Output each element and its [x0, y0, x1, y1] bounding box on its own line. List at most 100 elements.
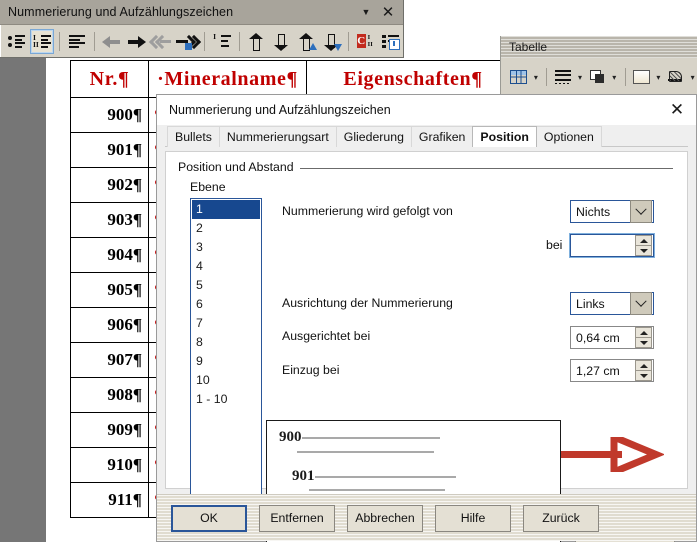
table-cell-nr: 910¶ — [71, 448, 149, 483]
numbering-followed-by-select[interactable]: Nichts — [570, 200, 654, 223]
insert-unnumbered-entry-icon[interactable]: I — [210, 29, 234, 54]
level-list-item[interactable]: 1 — [192, 200, 260, 219]
tab-position[interactable]: Position — [472, 126, 537, 147]
preview-row: 900 — [279, 429, 440, 446]
label-numbering-followed-by: Nummerierung wird gefolgt von — [282, 204, 453, 218]
level-list-item[interactable]: 9 — [192, 352, 260, 371]
table-grid-icon[interactable] — [509, 66, 528, 88]
ok-button-label: OK — [200, 511, 218, 525]
unordered-list-icon[interactable] — [5, 29, 29, 54]
dialog-body: Position und Abstand Ebene 1 2 3 4 5 6 7… — [165, 151, 688, 489]
table-cell-nr: 907¶ — [71, 343, 149, 378]
aligned-at-stepper[interactable] — [635, 327, 652, 348]
preview-number: 901 — [292, 468, 315, 485]
toolbar-separator — [204, 32, 205, 51]
dialog-footer: OK Entfernen Abbrechen Hilfe Zurück — [157, 494, 696, 541]
promote-with-subpoints-icon[interactable] — [150, 29, 174, 54]
level-list-item[interactable]: 3 — [192, 238, 260, 257]
table-grid-dropdown-caret-icon[interactable]: ▾ — [531, 73, 540, 82]
background-color-dropdown-caret-icon[interactable]: ▾ — [688, 73, 697, 82]
table-toolbar-title: Tabelle — [501, 36, 697, 58]
stepper-up-icon[interactable] — [635, 360, 652, 370]
restart-numbering-icon[interactable]: CIII — [354, 29, 378, 54]
stepper-down-icon[interactable] — [635, 370, 652, 381]
ordered-list-icon[interactable]: III — [30, 29, 54, 54]
reset-button[interactable]: Zurück — [523, 505, 599, 532]
level-list-item[interactable]: 7 — [192, 314, 260, 333]
toolbar-separator — [59, 32, 60, 51]
label-indent-at: Einzug bei — [282, 363, 339, 377]
tab-grafiken[interactable]: Grafiken — [411, 126, 473, 147]
border-style-icon[interactable] — [632, 66, 651, 88]
preview-row — [309, 489, 445, 491]
demote-with-subpoints-icon[interactable] — [175, 29, 199, 54]
move-up-icon[interactable] — [244, 29, 268, 54]
level-list-item[interactable]: 6 — [192, 295, 260, 314]
chevron-down-icon[interactable] — [630, 292, 652, 315]
help-button-label: Hilfe — [461, 511, 486, 525]
numbering-alignment-select[interactable]: Links — [570, 292, 654, 315]
level-list-label: Ebene — [190, 180, 226, 194]
level-list-item[interactable]: 8 — [192, 333, 260, 352]
move-up-with-subpoints-icon[interactable] — [294, 29, 318, 54]
preview-text-line — [309, 489, 445, 491]
no-list-icon[interactable] — [65, 29, 89, 54]
table-cell-nr: 901¶ — [71, 133, 149, 168]
indent-at-stepper[interactable] — [635, 360, 652, 381]
stepper-up-icon[interactable] — [635, 235, 652, 245]
chevron-down-icon[interactable] — [630, 200, 652, 223]
borders-icon[interactable] — [553, 66, 572, 88]
move-down-with-subpoints-icon[interactable] — [319, 29, 343, 54]
aligned-at-input[interactable]: 0,64 cm — [570, 326, 654, 349]
merge-cells-dropdown-caret-icon[interactable]: ▾ — [610, 73, 619, 82]
group-title-position-und-abstand: Position und Abstand — [178, 160, 300, 174]
promote-icon[interactable] — [100, 29, 124, 54]
level-list-item[interactable]: 5 — [192, 276, 260, 295]
level-list[interactable]: 1 2 3 4 5 6 7 8 9 10 1 - 10 — [190, 198, 262, 495]
table-cell-nr: 900¶ — [71, 98, 149, 133]
stepper-down-icon[interactable] — [635, 337, 652, 348]
cancel-button-label: Abbrechen — [355, 511, 414, 525]
numbering-alignment-value: Links — [571, 297, 630, 311]
dialog-title-bar[interactable]: Nummerierung und Aufzählungszeichen ✕ — [157, 95, 696, 125]
borders-dropdown-caret-icon[interactable]: ▾ — [576, 73, 585, 82]
ok-button[interactable]: OK — [171, 505, 247, 532]
toolbar-title-bar[interactable]: Nummerierung und Aufzählungszeichen ▼ ✕ — [0, 0, 403, 25]
tab-bullets[interactable]: Bullets — [167, 126, 220, 147]
cancel-button[interactable]: Abbrechen — [347, 505, 423, 532]
chevron-down-icon[interactable]: ▼ — [355, 2, 377, 22]
close-icon[interactable]: ✕ — [664, 97, 690, 123]
help-button[interactable]: Hilfe — [435, 505, 511, 532]
close-icon[interactable]: ✕ — [377, 2, 399, 22]
preview-text-line — [302, 437, 440, 439]
table-toolbar: Tabelle ▾ ▾ ▾ ▾ ▾ — [500, 36, 697, 98]
label-aligned-at: Ausgerichtet bei — [282, 329, 370, 343]
border-style-dropdown-caret-icon[interactable]: ▾ — [654, 73, 663, 82]
level-list-item[interactable]: 2 — [192, 219, 260, 238]
stepper-down-icon[interactable] — [635, 245, 652, 256]
level-list-item[interactable]: 10 — [192, 371, 260, 390]
level-list-item[interactable]: 1 - 10 — [192, 390, 260, 409]
level-list-item[interactable]: 4 — [192, 257, 260, 276]
stepper-up-icon[interactable] — [635, 327, 652, 337]
move-down-icon[interactable] — [269, 29, 293, 54]
tab-optionen[interactable]: Optionen — [536, 126, 602, 147]
tab-nummerierungsart[interactable]: Nummerierungsart — [219, 126, 337, 147]
table-cell-nr: 904¶ — [71, 238, 149, 273]
indent-at-input[interactable]: 1,27 cm — [570, 359, 654, 382]
bullets-and-numbering-icon[interactable] — [379, 29, 403, 54]
toolbar-separator — [94, 32, 95, 51]
toolbar-separator — [348, 32, 349, 51]
tab-gliederung[interactable]: Gliederung — [336, 126, 412, 147]
screen-root: Nr.¶ ·Mineralname¶ Eigenschaften¶ 900¶¶ … — [0, 0, 697, 542]
toolbar-button-row: III — [0, 25, 403, 58]
remove-button[interactable]: Entfernen — [259, 505, 335, 532]
at-distance-input[interactable] — [570, 234, 654, 257]
merge-cells-icon[interactable] — [587, 66, 606, 88]
at-distance-stepper[interactable] — [635, 235, 652, 256]
toolbar-separator — [239, 32, 240, 51]
document-left-gutter — [0, 40, 46, 542]
demote-icon[interactable] — [125, 29, 149, 54]
background-color-icon[interactable] — [666, 66, 685, 88]
reset-button-label: Zurück — [542, 511, 580, 525]
